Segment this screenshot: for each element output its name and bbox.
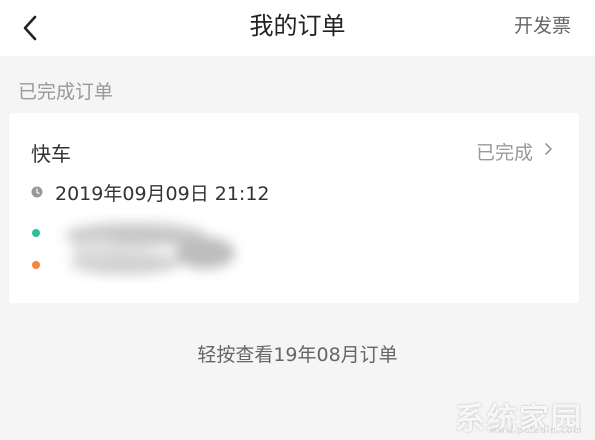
blurred-address-redaction [65,223,235,275]
chevron-right-icon [545,143,552,155]
order-type-label: 快车 [31,142,71,166]
order-datetime: 2019年09月09日 21:12 [55,182,270,205]
top-navigation-bar: 我的订单 开发票 [0,0,595,56]
order-status-label: 已完成 [475,142,533,164]
previous-month-orders-link[interactable]: 轻按查看19年08月订单 [0,340,595,367]
clock-icon [31,186,43,198]
watermark-subtext: www.pcledin.com [489,426,583,436]
order-card[interactable]: 快车 已完成 2019年09月09日 21:12 [9,113,579,303]
section-title-completed-orders: 已完成订单 [18,81,114,103]
issue-invoice-button[interactable]: 开发票 [514,0,571,52]
site-watermark: 系统家园 www.pcledin.com [417,394,587,437]
start-location-dot [32,229,40,237]
end-location-dot [32,261,40,269]
page-title: 我的订单 [249,12,346,40]
order-time-row: 2019年09月09日 21:12 [31,179,270,205]
